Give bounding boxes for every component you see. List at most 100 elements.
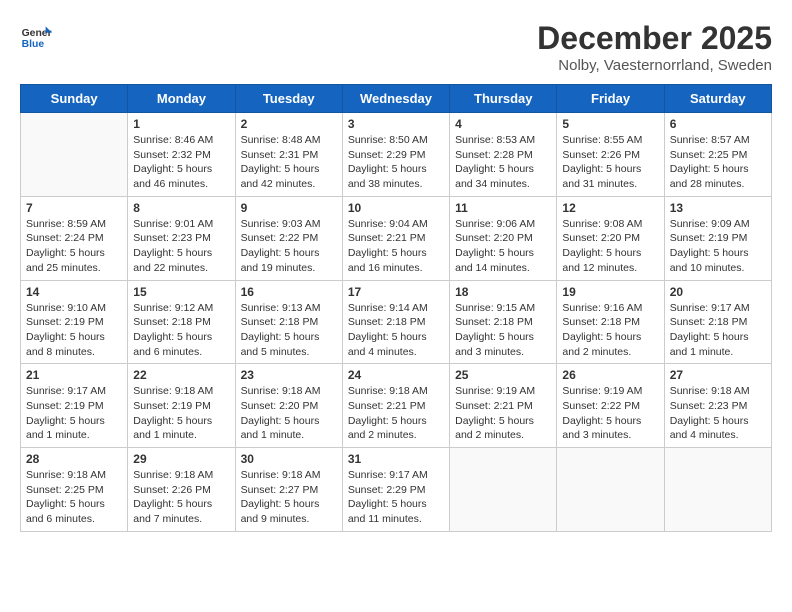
location-title: Nolby, Vaesternorrland, Sweden: [537, 57, 772, 74]
calendar-cell: [664, 448, 771, 532]
day-header-thursday: Thursday: [450, 85, 557, 113]
day-info: Sunrise: 9:06 AMSunset: 2:20 PMDaylight:…: [455, 217, 551, 276]
day-number: 8: [133, 201, 229, 215]
day-info: Sunrise: 9:18 AMSunset: 2:25 PMDaylight:…: [26, 468, 122, 527]
day-number: 28: [26, 452, 122, 466]
day-header-tuesday: Tuesday: [235, 85, 342, 113]
calendar-cell: 14 Sunrise: 9:10 AMSunset: 2:19 PMDayligh…: [21, 280, 128, 364]
day-number: 13: [670, 201, 766, 215]
day-header-saturday: Saturday: [664, 85, 771, 113]
day-number: 16: [241, 285, 337, 299]
day-number: 18: [455, 285, 551, 299]
day-info: Sunrise: 9:19 AMSunset: 2:22 PMDaylight:…: [562, 384, 658, 443]
day-info: Sunrise: 9:14 AMSunset: 2:18 PMDaylight:…: [348, 301, 444, 360]
day-number: 15: [133, 285, 229, 299]
day-header-wednesday: Wednesday: [342, 85, 449, 113]
calendar-week-row: 21Sunrise: 9:17 AMSunset: 2:19 PMDayligh…: [21, 364, 772, 448]
day-header-sunday: Sunday: [21, 85, 128, 113]
calendar-cell: 22 Sunrise: 9:18 AMSunset: 2:19 PMDayligh…: [128, 364, 235, 448]
logo-icon: General Blue: [20, 20, 52, 52]
day-number: 26: [562, 368, 658, 382]
page-header: General Blue December 2025 Nolby, Vaeste…: [20, 20, 772, 74]
calendar-cell: 29 Sunrise: 9:18 AMSunset: 2:26 PMDayligh…: [128, 448, 235, 532]
calendar-cell: 21Sunrise: 9:17 AMSunset: 2:19 PMDayligh…: [21, 364, 128, 448]
day-number: 6: [670, 117, 766, 131]
calendar-cell: 11 Sunrise: 9:06 AMSunset: 2:20 PMDayligh…: [450, 196, 557, 280]
day-number: 5: [562, 117, 658, 131]
day-number: 30: [241, 452, 337, 466]
calendar-cell: 18 Sunrise: 9:15 AMSunset: 2:18 PMDayligh…: [450, 280, 557, 364]
day-number: 27: [670, 368, 766, 382]
day-info: Sunrise: 9:17 AMSunset: 2:19 PMDaylight:…: [26, 384, 122, 443]
day-info: Sunrise: 9:15 AMSunset: 2:18 PMDaylight:…: [455, 301, 551, 360]
calendar-cell: 20Sunrise: 9:17 AMSunset: 2:18 PMDayligh…: [664, 280, 771, 364]
day-info: Sunrise: 9:18 AMSunset: 2:21 PMDaylight:…: [348, 384, 444, 443]
calendar-week-row: 1 Sunrise: 8:46 AMSunset: 2:32 PMDaylight…: [21, 113, 772, 197]
day-number: 31: [348, 452, 444, 466]
calendar-cell: 6 Sunrise: 8:57 AMSunset: 2:25 PMDaylight…: [664, 113, 771, 197]
day-info: Sunrise: 9:08 AMSunset: 2:20 PMDaylight:…: [562, 217, 658, 276]
day-info: Sunrise: 9:18 AMSunset: 2:20 PMDaylight:…: [241, 384, 337, 443]
day-info: Sunrise: 9:19 AMSunset: 2:21 PMDaylight:…: [455, 384, 551, 443]
title-block: December 2025 Nolby, Vaesternorrland, Sw…: [537, 20, 772, 74]
day-number: 14: [26, 285, 122, 299]
day-info: Sunrise: 9:16 AMSunset: 2:18 PMDaylight:…: [562, 301, 658, 360]
calendar-cell: 2 Sunrise: 8:48 AMSunset: 2:31 PMDaylight…: [235, 113, 342, 197]
calendar-cell: 13 Sunrise: 9:09 AMSunset: 2:19 PMDayligh…: [664, 196, 771, 280]
svg-text:Blue: Blue: [22, 39, 45, 50]
calendar-cell: 16 Sunrise: 9:13 AMSunset: 2:18 PMDayligh…: [235, 280, 342, 364]
day-info: Sunrise: 8:57 AMSunset: 2:25 PMDaylight:…: [670, 133, 766, 192]
calendar-cell: 5Sunrise: 8:55 AMSunset: 2:26 PMDaylight…: [557, 113, 664, 197]
day-info: Sunrise: 9:13 AMSunset: 2:18 PMDaylight:…: [241, 301, 337, 360]
day-number: 1: [133, 117, 229, 131]
calendar-cell: [450, 448, 557, 532]
calendar-cell: 19 Sunrise: 9:16 AMSunset: 2:18 PMDayligh…: [557, 280, 664, 364]
day-info: Sunrise: 8:50 AMSunset: 2:29 PMDaylight:…: [348, 133, 444, 192]
calendar-table: SundayMondayTuesdayWednesdayThursdayFrid…: [20, 84, 772, 532]
calendar-cell: 17Sunrise: 9:14 AMSunset: 2:18 PMDayligh…: [342, 280, 449, 364]
calendar-cell: 3Sunrise: 8:50 AMSunset: 2:29 PMDaylight…: [342, 113, 449, 197]
day-info: Sunrise: 8:48 AMSunset: 2:31 PMDaylight:…: [241, 133, 337, 192]
day-number: 10: [348, 201, 444, 215]
day-number: 29: [133, 452, 229, 466]
calendar-cell: 30Sunrise: 9:18 AMSunset: 2:27 PMDayligh…: [235, 448, 342, 532]
calendar-week-row: 7Sunrise: 8:59 AMSunset: 2:24 PMDaylight…: [21, 196, 772, 280]
day-info: Sunrise: 8:53 AMSunset: 2:28 PMDaylight:…: [455, 133, 551, 192]
day-header-monday: Monday: [128, 85, 235, 113]
day-header-friday: Friday: [557, 85, 664, 113]
day-number: 4: [455, 117, 551, 131]
day-info: Sunrise: 9:10 AMSunset: 2:19 PMDaylight:…: [26, 301, 122, 360]
day-info: Sunrise: 9:04 AMSunset: 2:21 PMDaylight:…: [348, 217, 444, 276]
calendar-cell: 23 Sunrise: 9:18 AMSunset: 2:20 PMDayligh…: [235, 364, 342, 448]
calendar-cell: 24 Sunrise: 9:18 AMSunset: 2:21 PMDayligh…: [342, 364, 449, 448]
month-title: December 2025: [537, 20, 772, 57]
calendar-cell: 8Sunrise: 9:01 AMSunset: 2:23 PMDaylight…: [128, 196, 235, 280]
day-info: Sunrise: 9:12 AMSunset: 2:18 PMDaylight:…: [133, 301, 229, 360]
calendar-cell: 15 Sunrise: 9:12 AMSunset: 2:18 PMDayligh…: [128, 280, 235, 364]
calendar-cell: 25Sunrise: 9:19 AMSunset: 2:21 PMDayligh…: [450, 364, 557, 448]
day-info: Sunrise: 9:18 AMSunset: 2:23 PMDaylight:…: [670, 384, 766, 443]
day-info: Sunrise: 9:09 AMSunset: 2:19 PMDaylight:…: [670, 217, 766, 276]
day-number: 23: [241, 368, 337, 382]
calendar-cell: 7Sunrise: 8:59 AMSunset: 2:24 PMDaylight…: [21, 196, 128, 280]
calendar-cell: 12 Sunrise: 9:08 AMSunset: 2:20 PMDayligh…: [557, 196, 664, 280]
day-number: 7: [26, 201, 122, 215]
day-number: 2: [241, 117, 337, 131]
day-info: Sunrise: 8:46 AMSunset: 2:32 PMDaylight:…: [133, 133, 229, 192]
day-info: Sunrise: 9:17 AMSunset: 2:18 PMDaylight:…: [670, 301, 766, 360]
calendar-cell: 10 Sunrise: 9:04 AMSunset: 2:21 PMDayligh…: [342, 196, 449, 280]
calendar-cell: 27 Sunrise: 9:18 AMSunset: 2:23 PMDayligh…: [664, 364, 771, 448]
calendar-week-row: 14 Sunrise: 9:10 AMSunset: 2:19 PMDayligh…: [21, 280, 772, 364]
day-number: 19: [562, 285, 658, 299]
calendar-cell: 31Sunrise: 9:17 AMSunset: 2:29 PMDayligh…: [342, 448, 449, 532]
day-number: 24: [348, 368, 444, 382]
day-number: 12: [562, 201, 658, 215]
day-info: Sunrise: 9:18 AMSunset: 2:19 PMDaylight:…: [133, 384, 229, 443]
day-number: 9: [241, 201, 337, 215]
day-number: 11: [455, 201, 551, 215]
calendar-cell: [21, 113, 128, 197]
day-info: Sunrise: 9:03 AMSunset: 2:22 PMDaylight:…: [241, 217, 337, 276]
calendar-cell: 28 Sunrise: 9:18 AMSunset: 2:25 PMDayligh…: [21, 448, 128, 532]
day-number: 22: [133, 368, 229, 382]
day-info: Sunrise: 9:18 AMSunset: 2:26 PMDaylight:…: [133, 468, 229, 527]
